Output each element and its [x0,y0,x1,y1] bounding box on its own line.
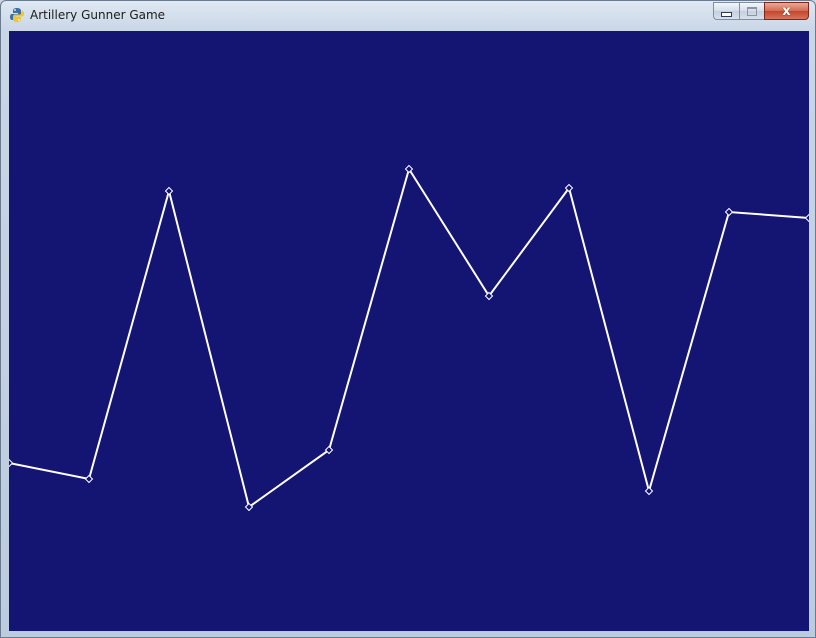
close-button[interactable]: x [764,2,809,20]
python-snake-icon [10,8,24,22]
game-canvas[interactable] [9,31,809,631]
minimize-icon [721,11,732,17]
maximize-button[interactable] [739,2,764,20]
title-bar[interactable]: Artillery Gunner Game x [1,1,815,30]
terrain-vertex [84,474,94,484]
window-title: Artillery Gunner Game [30,8,166,22]
terrain-vertex [804,213,809,223]
terrain-line [9,166,809,509]
terrain-vertex [9,458,14,468]
terrain-vertex [164,186,174,196]
game-window: Artillery Gunner Game x [0,0,816,638]
terrain-vertex [644,486,654,496]
terrain-layer [9,164,809,512]
close-icon: x [782,3,791,19]
maximize-icon [747,6,757,16]
terrain-vertex [724,207,734,217]
minimize-button[interactable] [713,2,739,20]
caption-buttons: x [713,2,809,21]
